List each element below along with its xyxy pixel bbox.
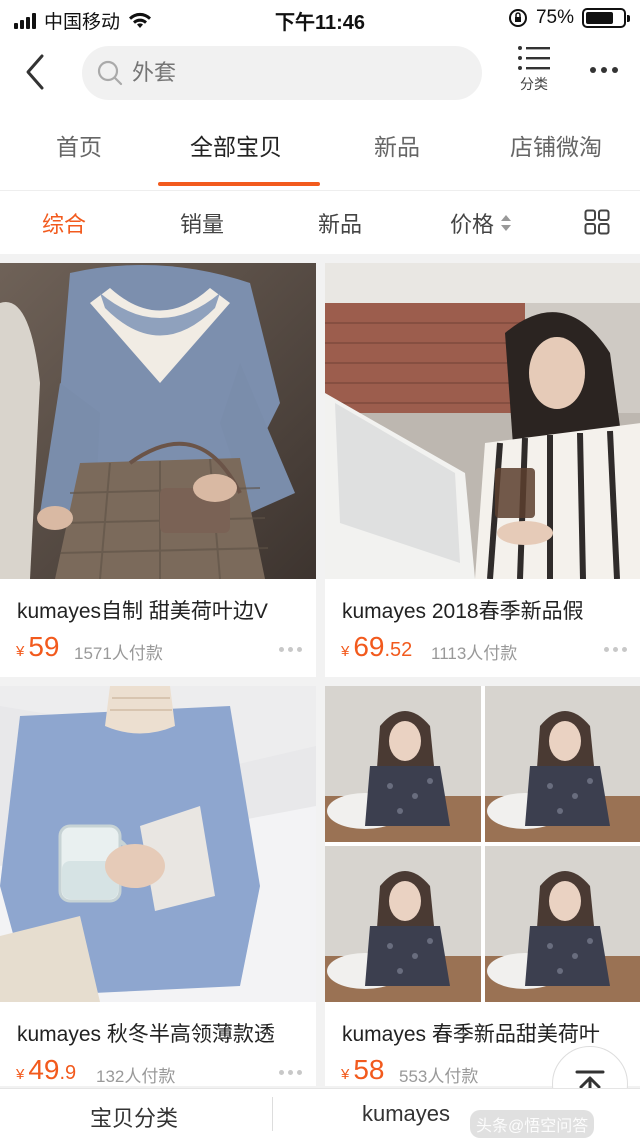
list-icon (518, 46, 550, 70)
product-image (0, 263, 316, 579)
search-input[interactable] (132, 60, 452, 86)
grid-icon (584, 209, 610, 235)
battery-level (586, 12, 613, 24)
rotation-lock-icon (508, 9, 527, 27)
currency-symbol: ¥ (16, 1066, 25, 1083)
divider (272, 1097, 273, 1131)
currency-symbol: ¥ (341, 643, 350, 660)
chevron-left-icon (26, 54, 44, 90)
sales-count: 1571人付款 (74, 644, 163, 663)
product-card[interactable]: kumayes自制 甜美荷叶边V ¥ 59 1571人付款 (0, 263, 316, 677)
tab-home[interactable]: 首页 (56, 128, 102, 162)
battery-percent: 75% (535, 7, 574, 28)
price-decimal: .9 (59, 1062, 77, 1084)
active-tab-indicator (158, 182, 320, 186)
sort-price-label: 价格 (450, 212, 495, 237)
sort-newest[interactable]: 新品 (318, 207, 362, 239)
sales-count: 553人付款 (399, 1067, 479, 1086)
sort-overall[interactable]: 综合 (42, 207, 86, 239)
product-price: ¥ 59 (16, 631, 60, 663)
sort-price[interactable]: 价格 (450, 207, 512, 239)
sort-arrows-icon (501, 215, 512, 231)
tab-all-items[interactable]: 全部宝贝 (190, 128, 282, 162)
product-image (325, 263, 640, 579)
price-integer: 59 (28, 631, 60, 662)
product-title: kumayes 春季新品甜美荷叶 (342, 1023, 600, 1046)
price-integer: 69 (353, 631, 385, 662)
more-options-button[interactable] (584, 58, 624, 82)
price-integer: 49 (28, 1054, 60, 1085)
more-dot (590, 67, 596, 73)
currency-symbol: ¥ (341, 1066, 350, 1083)
item-category-button[interactable]: 宝贝分类 (90, 1101, 178, 1133)
sort-sales[interactable]: 销量 (180, 207, 224, 239)
product-title: kumayes 秋冬半高领薄款透 (17, 1023, 275, 1046)
product-card[interactable]: kumayes 2018春季新品假 ¥ 69 .52 1113人付款 (325, 263, 640, 677)
product-more-button[interactable] (279, 647, 302, 652)
system-indicators: 75% (508, 7, 630, 29)
tab-new-items[interactable]: 新品 (374, 128, 420, 162)
category-label: 分类 (520, 76, 548, 92)
product-more-button[interactable] (604, 647, 627, 652)
back-button[interactable] (18, 50, 52, 94)
search-header: 分类 (0, 36, 640, 110)
battery-icon (582, 8, 630, 28)
watermark-text: 头条@悟空问答 (476, 1118, 589, 1135)
shop-name-button[interactable]: kumayes (362, 1101, 450, 1127)
sales-count: 1113人付款 (431, 644, 518, 663)
product-more-button[interactable] (279, 1070, 302, 1075)
watermark: 头条@悟空问答 (470, 1110, 595, 1138)
search-icon (97, 60, 123, 86)
product-title: kumayes自制 甜美荷叶边V (17, 600, 268, 623)
status-bar: 中国移动 下午11:46 75% (0, 0, 640, 36)
price-integer: 58 (353, 1054, 385, 1085)
more-dot (601, 67, 607, 73)
product-image (0, 686, 316, 1002)
category-button[interactable]: 分类 (510, 44, 558, 104)
currency-symbol: ¥ (16, 643, 25, 660)
product-card[interactable]: kumayes 秋冬半高领薄款透 ¥ 49 .9 132人付款 (0, 686, 316, 1086)
more-dot (612, 67, 618, 73)
product-price: ¥ 49 .9 (16, 1054, 76, 1086)
product-title: kumayes 2018春季新品假 (342, 600, 584, 623)
product-price: ¥ 58 (341, 1054, 385, 1086)
sales-count: 132人付款 (96, 1067, 176, 1086)
tab-store-feed[interactable]: 店铺微淘 (510, 128, 602, 162)
search-box[interactable] (82, 46, 482, 100)
sort-bar: 综合 销量 新品 价格 (0, 190, 640, 254)
grid-view-toggle[interactable] (584, 209, 610, 235)
price-decimal: .52 (384, 639, 413, 661)
product-image (325, 686, 640, 1002)
product-price: ¥ 69 .52 (341, 631, 412, 663)
store-tabs: 首页 全部宝贝 新品 店铺微淘 (0, 110, 640, 190)
product-card[interactable]: kumayes 春季新品甜美荷叶 ¥ 58 553人付款 (325, 686, 640, 1086)
